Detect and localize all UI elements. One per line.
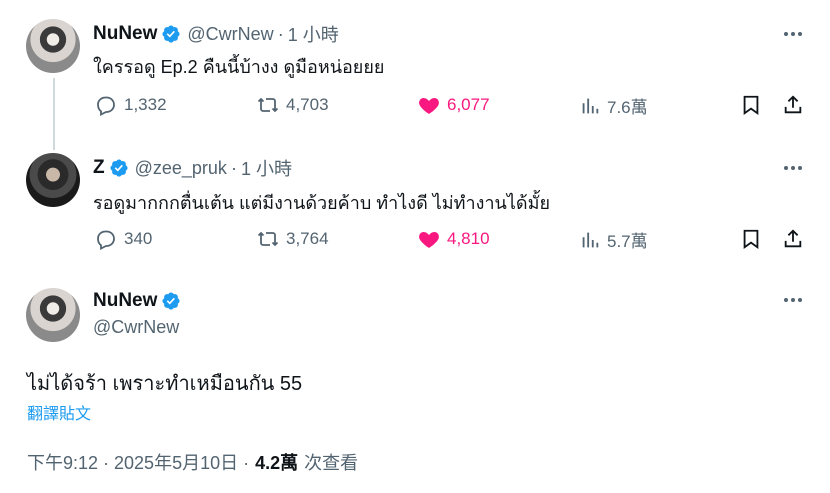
like-button[interactable]: 4,810 bbox=[417, 227, 490, 251]
views-icon bbox=[582, 98, 599, 113]
share-button[interactable] bbox=[782, 227, 810, 251]
retweet-count: 4,703 bbox=[286, 95, 329, 114]
timestamp[interactable]: 1 小時 bbox=[288, 21, 339, 47]
views-icon bbox=[582, 232, 599, 247]
display-name[interactable]: NuNew bbox=[93, 290, 157, 312]
bookmark-button[interactable] bbox=[740, 93, 768, 117]
like-button[interactable]: 6,077 bbox=[417, 93, 490, 117]
reply-button[interactable]: 340 bbox=[94, 227, 152, 251]
more-icon[interactable] bbox=[782, 157, 804, 179]
separator: · bbox=[277, 23, 284, 44]
views-count: 4.2萬 bbox=[255, 453, 299, 473]
views-button[interactable]: 5.7萬 bbox=[579, 227, 648, 252]
like-icon bbox=[419, 98, 439, 114]
reply-count: 340 bbox=[124, 229, 153, 248]
handle[interactable]: @CwrNew bbox=[187, 24, 273, 45]
handle[interactable]: @CwrNew bbox=[93, 317, 179, 338]
display-name[interactable]: NuNew bbox=[93, 23, 157, 45]
retweet-count: 3,764 bbox=[286, 229, 329, 248]
more-icon[interactable] bbox=[782, 23, 804, 45]
reply-count: 1,332 bbox=[124, 95, 167, 114]
handle[interactable]: @zee_pruk bbox=[135, 158, 227, 179]
avatar[interactable] bbox=[26, 288, 80, 342]
verified-badge-icon bbox=[161, 24, 181, 44]
avatar[interactable] bbox=[26, 153, 80, 207]
reply-button[interactable]: 1,332 bbox=[94, 93, 167, 117]
tweet-2[interactable]: Z @zee_pruk · 1 小時 รอดูมากกกตื่นเต้น แต่… bbox=[0, 140, 830, 280]
detail-meta: 下午9:12 · 2025年5月10日 · 4.2萬 次查看 bbox=[27, 449, 358, 475]
separator: · bbox=[230, 157, 237, 178]
reply-icon bbox=[97, 230, 115, 250]
verified-badge-icon bbox=[109, 158, 129, 178]
display-name[interactable]: Z bbox=[93, 157, 105, 179]
detail-tweet-text: ไม่ได้จร้า เพราะทำเหมือนกัน 55 bbox=[27, 373, 303, 395]
bookmark-icon bbox=[743, 95, 759, 116]
action-bar: 340 3,764 4,810 5.7萬 bbox=[0, 226, 830, 256]
verified-badge-icon bbox=[161, 291, 181, 311]
tweet-text: ใครรอดู Ep.2 คืนนี้บ้างง ดูมือหน่อยยย bbox=[93, 57, 385, 77]
retweet-icon bbox=[257, 231, 279, 247]
retweet-button[interactable]: 4,703 bbox=[256, 93, 329, 117]
detail-timestamp[interactable]: 下午9:12 · 2025年5月10日 · bbox=[27, 449, 249, 475]
retweet-button[interactable]: 3,764 bbox=[256, 227, 329, 251]
action-bar: 1,332 4,703 6,077 7.6萬 bbox=[0, 92, 830, 122]
tweet-header: NuNew @CwrNew · 1 小時 bbox=[93, 21, 339, 47]
translate-link[interactable]: 翻譯貼文 bbox=[27, 400, 91, 424]
timestamp[interactable]: 1 小時 bbox=[241, 155, 292, 181]
tweet-header: Z @zee_pruk · 1 小時 bbox=[93, 155, 292, 181]
more-icon[interactable] bbox=[782, 289, 804, 311]
share-icon bbox=[784, 95, 802, 114]
retweet-icon bbox=[257, 97, 279, 113]
views-count: 5.7萬 bbox=[607, 232, 648, 251]
views-button[interactable]: 7.6萬 bbox=[579, 93, 648, 118]
reply-icon bbox=[97, 96, 115, 116]
tweet-text: รอดูมากกกตื่นเต้น แต่มีงานด้วยค้าบ ทำไงด… bbox=[93, 193, 551, 213]
like-icon bbox=[419, 232, 439, 248]
share-button[interactable] bbox=[782, 93, 810, 117]
views-count: 7.6萬 bbox=[607, 98, 648, 117]
avatar[interactable] bbox=[26, 19, 80, 73]
detail-name-row: NuNew bbox=[93, 290, 181, 312]
share-icon bbox=[784, 229, 802, 248]
bookmark-button[interactable] bbox=[740, 227, 768, 251]
bookmark-icon bbox=[743, 229, 759, 250]
tweet-1[interactable]: NuNew @CwrNew · 1 小時 ใครรอดู Ep.2 คืนนี้… bbox=[0, 0, 830, 150]
like-count: 4,810 bbox=[447, 229, 490, 248]
views-label: 次查看 bbox=[304, 453, 359, 473]
like-count: 6,077 bbox=[447, 95, 490, 114]
